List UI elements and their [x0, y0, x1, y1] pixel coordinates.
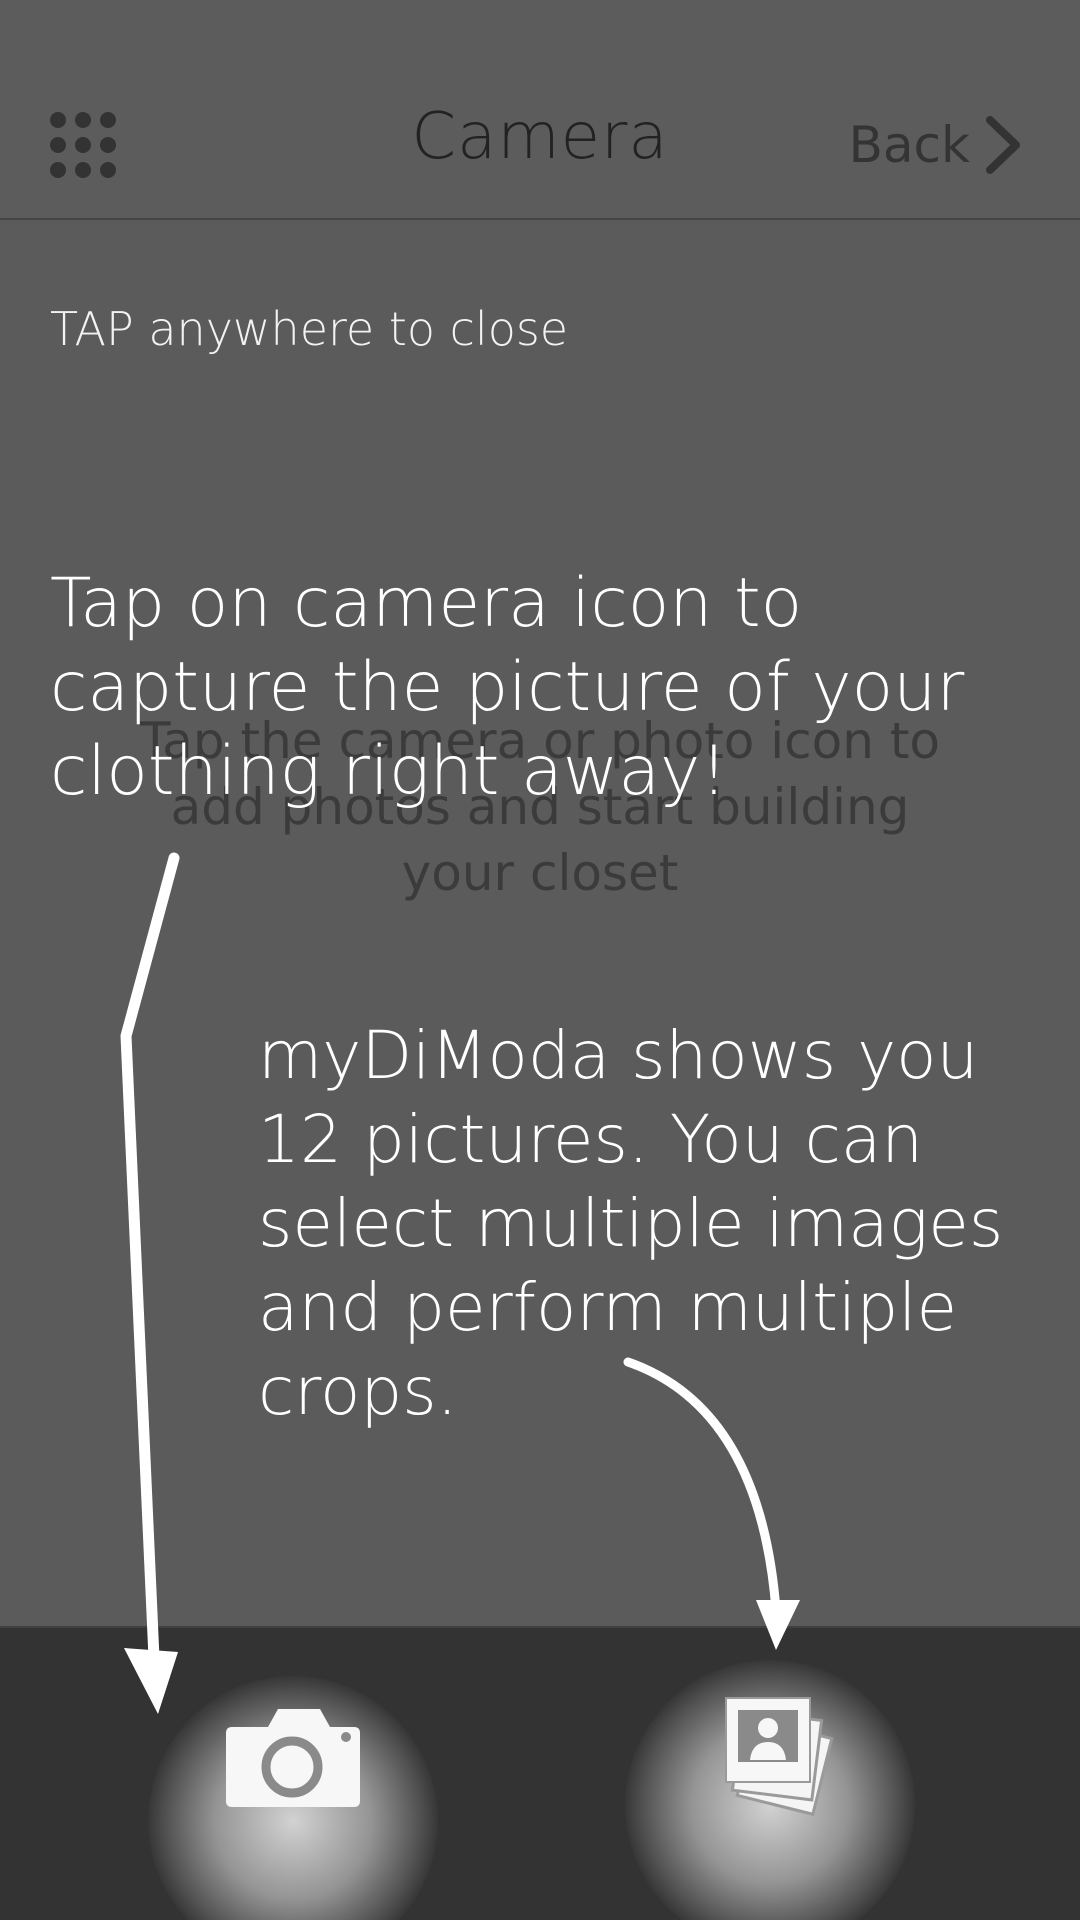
back-label: Back — [848, 116, 970, 174]
camera-tip: Tap on camera icon to capture the pictur… — [50, 564, 965, 811]
camera-icon[interactable] — [224, 1703, 362, 1809]
close-hint: TAP anywhere to close — [50, 302, 569, 356]
back-button[interactable]: Back — [849, 110, 1026, 180]
chevron-right-icon — [986, 116, 1020, 174]
photo-stack-icon[interactable] — [722, 1694, 844, 1818]
camera-tip-arrow — [120, 852, 180, 1664]
onboarding-overlay[interactable]: Camera Back Tap the camera or photo icon… — [0, 0, 1080, 1920]
app-header: Camera Back — [0, 0, 1080, 220]
photos-tip: myDiModa shows you 12 pictures. You can … — [258, 1017, 1004, 1430]
